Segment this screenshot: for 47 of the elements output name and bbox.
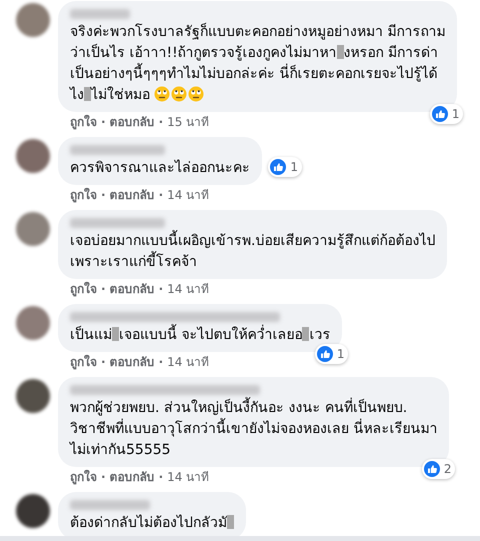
emoji-icon	[171, 86, 188, 102]
action-link[interactable]: ตอบกลับ	[110, 354, 155, 370]
blurred-name	[70, 9, 130, 19]
comment-time[interactable]: 14 นาที	[167, 354, 210, 370]
comment-time[interactable]: 14 นาที	[167, 469, 210, 485]
separator-dot: ·	[158, 281, 164, 297]
comment-text: ควรพิจารณาและไล่ออกนะคะ	[70, 158, 250, 178]
comment-text: จริงค่ะพวกโรงบาลรัฐก็แบบตะคอกอย่างหมูอย่างหมา มีการถาม ว่าเป็นไร เอ้าาา!!ถ้ากูตรวจรู้เองกูคงไม่มาหา งหรอก มีการด่า เป็นอย่างๆนี้ๆๆๆทำไมไม่บอกล่ะค่ะ นี่ก็เรยตะคอกเรยจะไปรู้ได้ ไง ไม่ใช่หมอ	[70, 22, 446, 105]
action-link[interactable]: ตอบกลับ	[110, 469, 155, 485]
avatar-icon[interactable]	[16, 494, 50, 528]
comment-text: ต้องด่ากลับไม่ต้องไปกลัวมั	[70, 513, 234, 534]
action-link[interactable]: ถูกใจ	[70, 281, 97, 297]
emoji-icon	[154, 86, 170, 102]
reaction-count[interactable]: 1	[268, 157, 302, 177]
comment-time[interactable]: 14 นาที	[167, 281, 210, 297]
comment-time[interactable]: 14 นาที	[167, 187, 210, 203]
separator-dot: ·	[158, 114, 164, 130]
separator-dot: ·	[101, 114, 106, 130]
comment-time[interactable]: 15 นาที	[167, 114, 210, 130]
separator-dot: ·	[101, 469, 106, 485]
action-link[interactable]: ถูกใจ	[70, 114, 97, 130]
emoji-icon	[188, 86, 204, 102]
reaction-count[interactable]: 2	[422, 459, 456, 479]
action-link[interactable]: ถูกใจ	[70, 187, 97, 203]
separator-dot: ·	[101, 187, 106, 203]
redaction-block	[84, 87, 91, 101]
separator-dot: ·	[101, 281, 106, 297]
redaction-block	[336, 45, 344, 59]
action-link[interactable]: ตอบกลับ	[110, 114, 155, 130]
avatar-icon[interactable]	[16, 139, 50, 173]
comment-text: เจอบ่อยมากแบบนี้เผอิญเข้ารพ.บ่อยเสียความรู้สึกแต่ก้อต้องไป เพราะเราแก่ขี้โรคจ้า	[70, 231, 436, 273]
redaction-block	[112, 327, 119, 341]
reaction-count[interactable]: 1	[430, 104, 464, 124]
separator-dot: ·	[158, 354, 164, 370]
action-link[interactable]: ตอบกลับ	[110, 281, 155, 297]
redaction-block	[302, 327, 310, 341]
reaction-count[interactable]: 1	[314, 344, 348, 364]
avatar-icon[interactable]	[16, 379, 50, 413]
separator-dot: ·	[158, 187, 164, 203]
comment-text: พวกผู้ช่วยพยบ. ส่วนใหญ่เป็นงี้กันอะ งงนะ คนที่เป็นพยบ. วิชาชีพที่แบบอาวุโสกว่านี้เขายังไม่จองหองเลย นี่หละเรียนมา ไม่เท่ากัน55555	[70, 398, 438, 461]
action-link[interactable]: ถูกใจ	[70, 469, 97, 485]
separator-dot: ·	[158, 469, 164, 485]
comment-text: เป็นแม่ เจอแบบนี้ จะไปตบให้คว่ำเลยอ เวร	[70, 325, 330, 346]
redaction-block	[227, 515, 234, 529]
separator-dot: ·	[101, 354, 106, 370]
action-link[interactable]: ตอบกลับ	[110, 187, 155, 203]
action-link[interactable]: ถูกใจ	[70, 354, 97, 370]
